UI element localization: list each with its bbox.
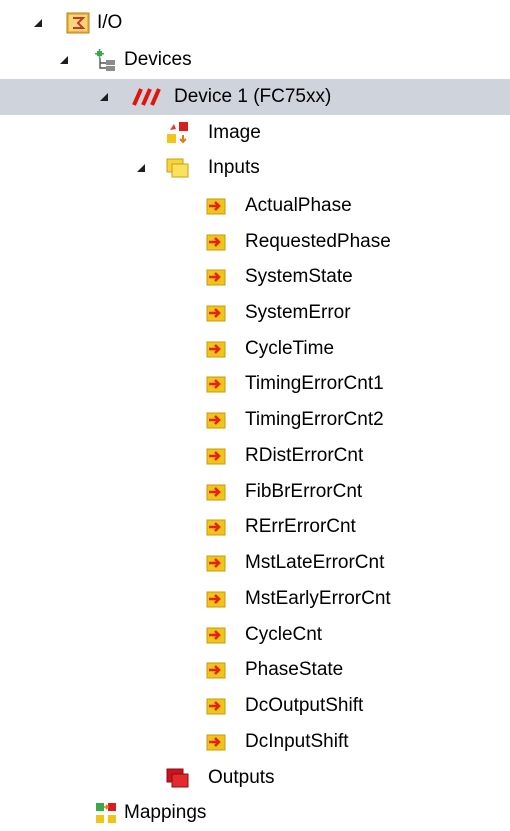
expanded-arrow-icon[interactable] — [133, 150, 149, 186]
input-variable[interactable]: CycleCnt — [0, 617, 510, 653]
input-variable-label: MstLateErrorCnt — [245, 552, 385, 573]
input-variable-icon — [204, 408, 228, 432]
expanded-arrow-icon[interactable] — [30, 5, 46, 41]
outputs-folder-icon — [166, 766, 190, 790]
tree-node-io[interactable]: I/O — [0, 5, 510, 41]
input-variable-icon — [204, 444, 228, 468]
input-variable[interactable]: RequestedPhase — [0, 224, 510, 260]
input-variable[interactable]: SystemError — [0, 295, 510, 331]
input-variable[interactable]: TimingErrorCnt2 — [0, 402, 510, 438]
input-variable-label: SystemState — [245, 266, 353, 287]
input-variable-icon — [204, 480, 228, 504]
tree-node-outputs[interactable]: Outputs — [0, 760, 510, 796]
input-variable-icon — [204, 301, 228, 325]
input-variable-label: FibBrErrorCnt — [245, 481, 363, 502]
input-variable-label: RErrErrorCnt — [245, 516, 356, 537]
input-variable-icon — [204, 194, 228, 218]
tree-node-label: Devices — [124, 49, 192, 70]
mappings-icon — [94, 801, 118, 825]
expanded-arrow-icon[interactable] — [96, 79, 112, 115]
input-variable[interactable]: DcOutputShift — [0, 688, 510, 724]
input-variable[interactable]: CycleTime — [0, 331, 510, 367]
input-variable[interactable]: ActualPhase — [0, 188, 510, 224]
input-variable-icon — [204, 730, 228, 754]
input-variable-label: TimingErrorCnt2 — [245, 409, 384, 430]
input-variable-label: MstEarlyErrorCnt — [245, 588, 391, 609]
tree-node-mappings[interactable]: Mappings — [0, 795, 510, 831]
expanded-arrow-icon[interactable] — [56, 42, 72, 78]
tree-node-label: Device 1 (FC75xx) — [174, 86, 332, 107]
input-variable[interactable]: RErrErrorCnt — [0, 509, 510, 545]
tree-node-label: I/O — [97, 12, 123, 33]
input-variable-label: TimingErrorCnt1 — [245, 373, 384, 394]
tree-node-inputs[interactable]: Inputs — [0, 150, 510, 186]
input-variable-label: DcOutputShift — [245, 695, 364, 716]
input-variable[interactable]: MstEarlyErrorCnt — [0, 581, 510, 617]
input-variable-icon — [204, 372, 228, 396]
input-variable-label: PhaseState — [245, 659, 344, 680]
tree-node-label: Inputs — [208, 157, 260, 178]
tree-node-label: Outputs — [208, 767, 275, 788]
solution-tree: I/O Devices Device 1 (FC75xx) Image Inpu… — [0, 0, 510, 831]
tree-node-image[interactable]: Image — [0, 115, 510, 151]
input-variable-icon — [204, 587, 228, 611]
tree-node-devices[interactable]: Devices — [0, 42, 510, 78]
devices-icon — [94, 48, 118, 72]
input-variable-label: ActualPhase — [245, 195, 352, 216]
input-variable-label: CycleCnt — [245, 624, 323, 645]
input-variable-label: DcInputShift — [245, 731, 349, 752]
input-variable-icon — [204, 658, 228, 682]
input-variable[interactable]: TimingErrorCnt1 — [0, 366, 510, 402]
input-variable[interactable]: SystemState — [0, 259, 510, 295]
input-variable-icon — [204, 515, 228, 539]
input-variable-icon — [204, 265, 228, 289]
input-variable-label: RDistErrorCnt — [245, 445, 364, 466]
input-variable-icon — [204, 623, 228, 647]
input-variable-icon — [204, 230, 228, 254]
inputs-folder-icon — [166, 156, 190, 180]
tree-node-label: Image — [208, 122, 261, 143]
input-variable[interactable]: PhaseState — [0, 652, 510, 688]
io-folder-icon — [66, 11, 90, 35]
input-variable[interactable]: MstLateErrorCnt — [0, 545, 510, 581]
tree-node-device-1[interactable]: Device 1 (FC75xx) — [0, 79, 510, 115]
input-variable-label: SystemError — [245, 302, 351, 323]
input-variable[interactable]: DcInputShift — [0, 724, 510, 760]
tree-node-label: Mappings — [124, 802, 207, 823]
input-variable-label: RequestedPhase — [245, 231, 391, 252]
input-variable[interactable]: RDistErrorCnt — [0, 438, 510, 474]
image-icon — [166, 121, 190, 145]
input-variable[interactable]: FibBrErrorCnt — [0, 474, 510, 510]
input-variable-icon — [204, 694, 228, 718]
input-variable-label: CycleTime — [245, 338, 335, 359]
ethercat-device-icon — [128, 85, 162, 109]
input-variable-icon — [204, 551, 228, 575]
input-variable-icon — [204, 337, 228, 361]
